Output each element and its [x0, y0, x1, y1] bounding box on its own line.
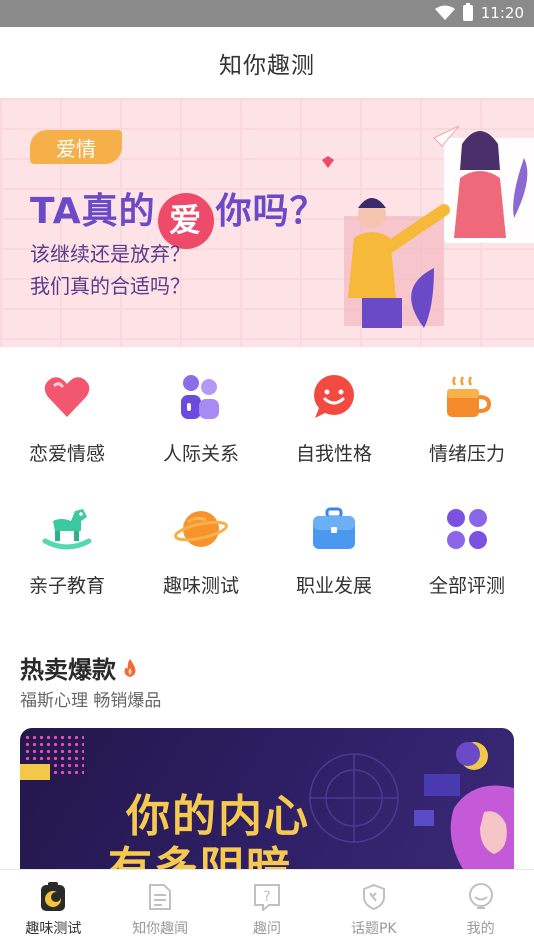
tab-profile[interactable]: 我的 [427, 870, 534, 949]
status-time: 11:20 [480, 4, 524, 22]
shield-pk-icon [360, 882, 388, 912]
hot-product-card[interactable]: 你的内心 有多阴暗 [20, 728, 514, 871]
briefcase-icon [306, 501, 362, 557]
flame-icon [124, 658, 136, 677]
news-icon [146, 882, 174, 912]
promo-banner[interactable]: 爱情 TA真的爱你吗？ 该继续还是放弃？ 我们真的合适吗？ [0, 98, 534, 347]
planet-icon [173, 501, 229, 557]
app-header: 知你趣测 [0, 27, 534, 98]
tab-label: 我的 [466, 921, 495, 937]
category-all[interactable]: 全部评测 [400, 479, 534, 599]
category-relations[interactable]: 人际关系 [134, 347, 268, 467]
category-label: 职业发展 [295, 575, 372, 597]
banner-line-2: 我们真的合适吗？ [30, 274, 190, 298]
category-label: 趣味测试 [162, 575, 239, 597]
question-icon: ? [253, 882, 281, 912]
bottom-tab-bar: 趣味测试 知你趣闻 ? 趣问 话题PK 我的 [0, 869, 534, 949]
category-label: 恋爱情感 [28, 443, 105, 465]
battery-icon [462, 3, 473, 21]
category-career[interactable]: 职业发展 [267, 479, 401, 599]
tab-topic-pk[interactable]: 话题PK [320, 870, 427, 949]
rocking-horse-icon [39, 501, 95, 557]
banner-tag: 爱情 [30, 130, 122, 164]
tab-fun-test[interactable]: 趣味测试 [0, 870, 107, 949]
tab-news[interactable]: 知你趣闻 [107, 870, 214, 949]
category-label: 人际关系 [162, 443, 239, 465]
category-label: 情绪压力 [428, 443, 505, 465]
profile-icon [467, 882, 495, 912]
category-label: 全部评测 [428, 575, 505, 597]
smile-chat-icon [306, 369, 362, 425]
page-title: 知你趣测 [219, 52, 315, 79]
girl-illustration [309, 742, 514, 871]
hot-title-text: 热卖爆款 [20, 656, 116, 684]
couple-illustration [322, 125, 534, 328]
category-grid: 恋爱情感 人际关系 自我性格 情绪压力 亲子教育 趣味测试 职业发展 全部评测 [0, 347, 534, 622]
tab-label: 知你趣闻 [132, 921, 189, 937]
category-love[interactable]: 恋爱情感 [0, 347, 134, 467]
wifi-icon [434, 5, 455, 20]
category-personality[interactable]: 自我性格 [267, 347, 401, 467]
tab-label: 趣问 [252, 921, 281, 937]
tab-label: 话题PK [350, 921, 397, 937]
headline-pre: TA真的 [30, 191, 156, 232]
tab-label: 趣味测试 [25, 921, 82, 937]
hot-section-title: 热卖爆款 [20, 650, 138, 685]
coffee-cup-icon [439, 369, 495, 425]
grid-icon [439, 501, 495, 557]
svg-text:?: ? [263, 889, 270, 905]
category-parenting[interactable]: 亲子教育 [0, 479, 134, 599]
yellow-bar [20, 764, 50, 780]
people-icon [173, 369, 229, 425]
heart-icon [39, 369, 95, 425]
card-title-line-2: 有多阴暗 [108, 843, 292, 871]
category-label: 亲子教育 [28, 575, 105, 597]
category-fun[interactable]: 趣味测试 [134, 479, 268, 599]
hot-section-subtitle: 福斯心理 畅销爆品 [20, 691, 162, 711]
tab-questions[interactable]: ? 趣问 [214, 870, 321, 949]
category-label: 自我性格 [295, 443, 372, 465]
banner-line-1: 该继续还是放弃？ [30, 242, 190, 266]
test-icon [39, 882, 67, 912]
status-bar: 11:20 [0, 0, 534, 27]
category-stress[interactable]: 情绪压力 [400, 347, 534, 467]
